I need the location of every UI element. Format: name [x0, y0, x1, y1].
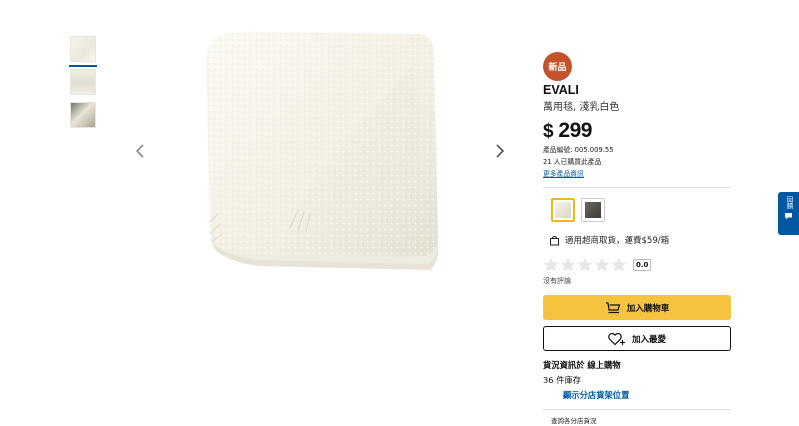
- pickup-text: 適用超商取貨，運費$59/箱: [565, 236, 670, 246]
- thumbnail-blanket-folded[interactable]: [69, 36, 97, 67]
- new-badge: 新品: [543, 52, 572, 81]
- stock-count: 36 件庫存: [543, 375, 582, 385]
- more-info-link[interactable]: 更多產品資訊: [543, 168, 731, 180]
- variant-swatch-cream[interactable]: [551, 198, 575, 222]
- stock-title: 貨況資訊於 線上購物: [543, 360, 621, 370]
- price-currency: $: [543, 121, 554, 142]
- feedback-tab[interactable]: 回饋: [778, 192, 799, 235]
- add-to-favorites-label: 加入最愛: [631, 334, 666, 345]
- product-name: EVALI: [543, 83, 579, 97]
- store-location-link[interactable]: 顯示分店貨架位置: [563, 389, 731, 401]
- add-to-cart-label: 加入購物車: [626, 303, 670, 314]
- product-info-panel: 新品 EVALI 萬用毯, 淺乳白色 $ 299 產品編號: 005.009.5…: [543, 52, 731, 425]
- thumbnail-blanket-room[interactable]: [70, 102, 96, 128]
- rating-score: 0.0: [633, 258, 652, 271]
- chevron-right-icon[interactable]: [493, 142, 507, 160]
- pickup-info: 適用超商取貨，運費$59/箱: [549, 234, 731, 246]
- star-icon: [560, 257, 576, 272]
- store-availability-link[interactable]: 查詢各分店貨況: [551, 415, 731, 425]
- divider: [543, 409, 731, 410]
- product-price: $ 299: [543, 119, 731, 144]
- thumbnail-gallery: [69, 36, 98, 135]
- feedback-label: 回饋: [785, 196, 793, 209]
- rating-stars: [543, 257, 627, 272]
- color-variants: [551, 198, 731, 222]
- add-to-cart-button[interactable]: 加入購物車: [543, 295, 731, 320]
- product-image: [206, 31, 439, 270]
- article-number: 產品編號: 005.009.55: [543, 146, 614, 154]
- chevron-left-icon[interactable]: [133, 142, 147, 160]
- divider: [543, 187, 731, 188]
- star-icon: [577, 257, 593, 272]
- star-icon: [543, 257, 559, 272]
- shopping-bag-icon: [550, 235, 559, 245]
- review-count: 沒有評論: [543, 277, 571, 285]
- product-description: 萬用毯, 淺乳白色: [543, 102, 620, 113]
- heart-plus-icon: [608, 332, 625, 345]
- purchase-count: 21 人已購買此產品: [543, 158, 602, 166]
- rating[interactable]: 0.0: [543, 257, 731, 272]
- chat-icon: [785, 213, 792, 220]
- thumbnail-blanket-stack[interactable]: [70, 69, 96, 95]
- add-to-favorites-button[interactable]: 加入最愛: [543, 326, 731, 351]
- star-icon: [594, 257, 610, 272]
- star-icon: [611, 257, 627, 272]
- variant-swatch-dark-gray[interactable]: [581, 198, 605, 222]
- price-value: 299: [558, 119, 592, 142]
- cart-icon: [605, 301, 621, 313]
